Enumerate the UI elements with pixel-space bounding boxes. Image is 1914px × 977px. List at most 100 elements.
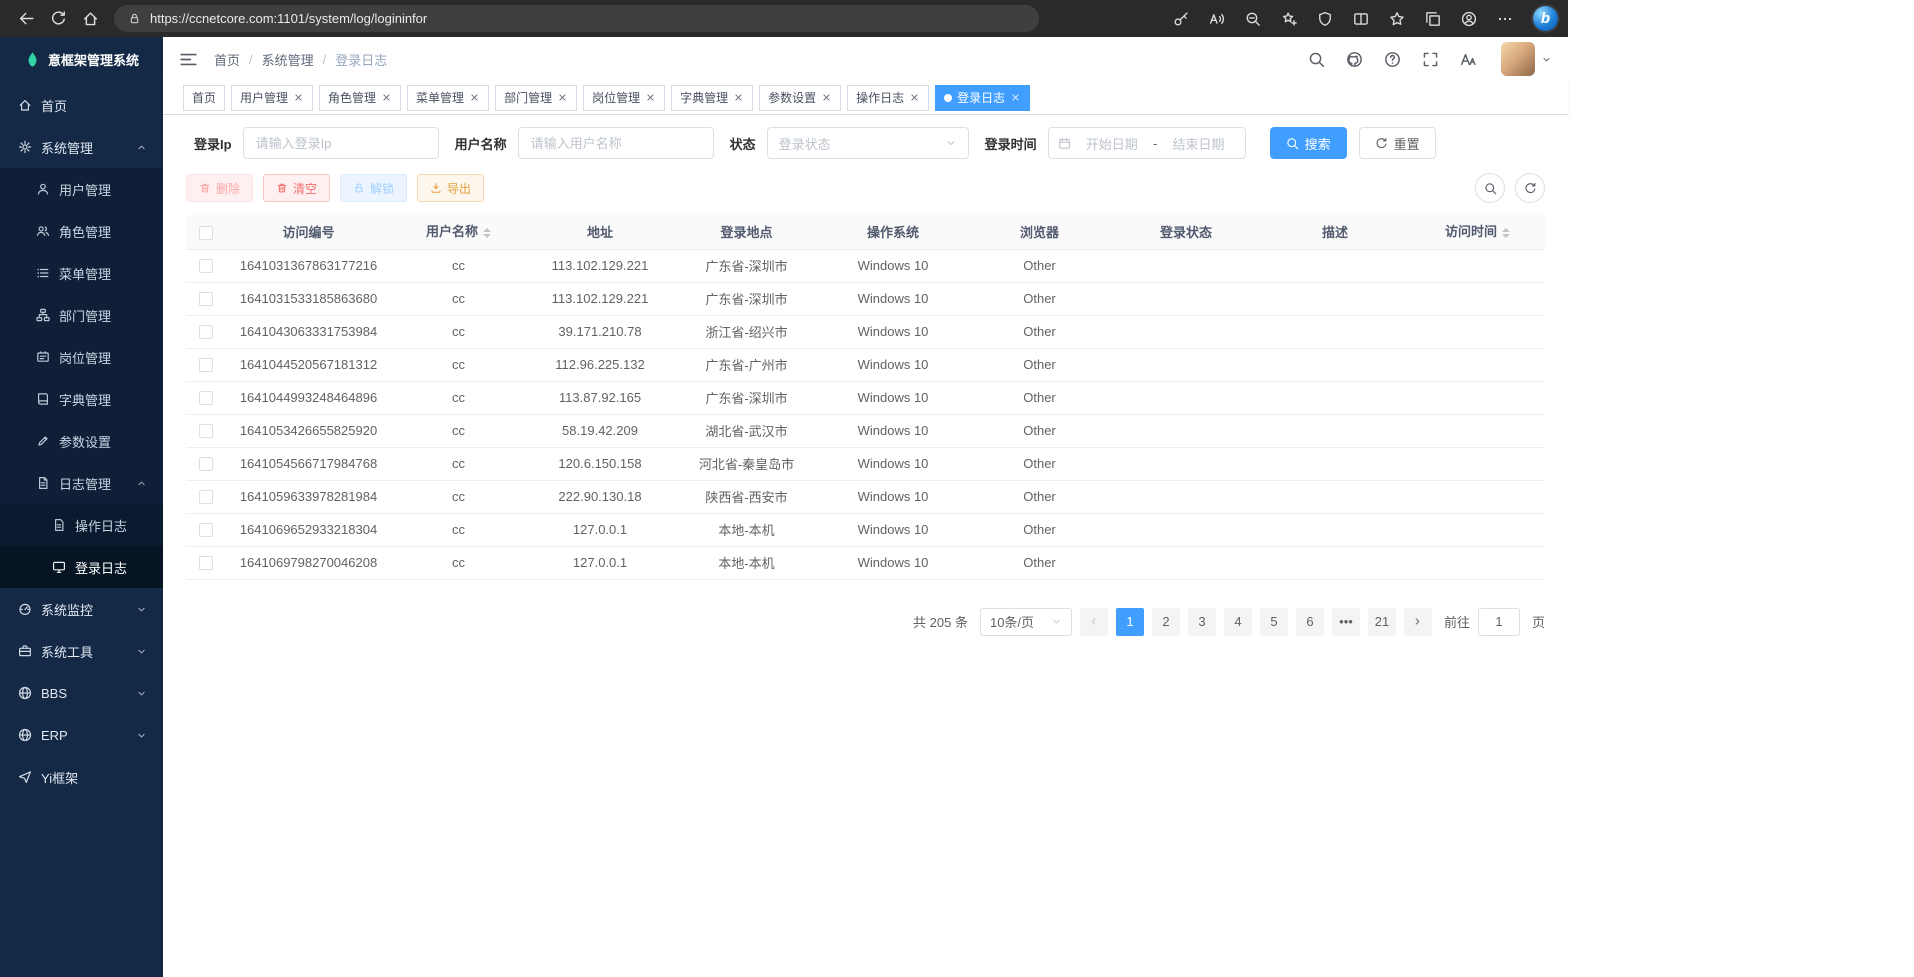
tab-close-icon[interactable] [1010,92,1021,103]
question-button[interactable] [1384,51,1401,68]
sidebar-item-dict-mgmt[interactable]: 字典管理 [0,378,163,420]
tab-post-mgmt[interactable]: 岗位管理 [583,85,665,111]
sidebar-toggle-button[interactable] [179,50,198,69]
unlock-button[interactable]: 解锁 [340,174,407,202]
toggle-search-button[interactable] [1475,173,1505,203]
pager-ellipsis[interactable]: ••• [1332,608,1360,636]
select-all-checkbox[interactable] [199,226,213,240]
tab-home[interactable]: 首页 [183,85,225,111]
tab-login-log[interactable]: 登录日志 [935,85,1030,111]
tab-dict-mgmt[interactable]: 字典管理 [671,85,753,111]
username-input[interactable] [518,127,714,159]
row-checkbox[interactable] [199,292,213,306]
export-button[interactable]: 导出 [417,174,484,202]
sidebar-item-login-log[interactable]: 登录日志 [0,546,163,588]
sidebar-item-yi-framework[interactable]: Yi框架 [0,756,163,798]
zoom-out-button[interactable] [1237,4,1269,34]
page-button-3[interactable]: 3 [1188,608,1216,636]
key-button[interactable] [1165,4,1197,34]
bing-button[interactable]: b [1533,6,1558,31]
github-button[interactable] [1346,51,1363,68]
tab-role-mgmt[interactable]: 角色管理 [319,85,401,111]
tab-close-icon[interactable] [909,92,920,103]
sidebar-item-role-mgmt[interactable]: 角色管理 [0,210,163,252]
delete-button[interactable]: 删除 [186,174,253,202]
sidebar-item-dept-mgmt[interactable]: 部门管理 [0,294,163,336]
page-button-4[interactable]: 4 [1224,608,1252,636]
sidebar-item-system[interactable]: 系统管理 [0,126,163,168]
tab-close-icon[interactable] [469,92,480,103]
favorites-button[interactable] [1381,4,1413,34]
browser-refresh-button[interactable] [42,4,74,34]
profile-button[interactable] [1453,4,1485,34]
split-screen-button[interactable] [1345,4,1377,34]
sort-caret[interactable] [483,224,491,242]
row-checkbox[interactable] [199,556,213,570]
login-time-range-picker[interactable]: 开始日期 - 结束日期 [1048,127,1246,159]
sidebar-item-post-mgmt[interactable]: 岗位管理 [0,336,163,378]
shield-button[interactable] [1309,4,1341,34]
sidebar-item-tools[interactable]: 系统工具 [0,630,163,672]
sidebar-item-param-config[interactable]: 参数设置 [0,420,163,462]
sidebar-item-erp[interactable]: ERP [0,714,163,756]
page-button-6[interactable]: 6 [1296,608,1324,636]
tab-close-icon[interactable] [293,92,304,103]
sidebar-item-log-mgmt[interactable]: 日志管理 [0,462,163,504]
tab-close-icon[interactable] [381,92,392,103]
status-select[interactable]: 登录状态 [767,127,969,159]
browser-back-button[interactable] [10,4,42,34]
page-button-21[interactable]: 21 [1368,608,1396,636]
jump-page-input[interactable] [1478,608,1520,636]
row-checkbox[interactable] [199,457,213,471]
page-button-2[interactable]: 2 [1152,608,1180,636]
sidebar-item-bbs[interactable]: BBS [0,672,163,714]
row-checkbox[interactable] [199,523,213,537]
tab-menu-mgmt[interactable]: 菜单管理 [407,85,489,111]
sort-caret[interactable] [1502,224,1510,242]
tab-param-config[interactable]: 参数设置 [759,85,841,111]
user-menu[interactable] [1501,42,1552,76]
page-button-1[interactable]: 1 [1116,608,1144,636]
breadcrumb-item[interactable]: 首页 [214,50,240,69]
sidebar-item-monitor[interactable]: 系统监控 [0,588,163,630]
row-checkbox[interactable] [199,424,213,438]
favorites-add-button[interactable] [1273,4,1305,34]
row-checkbox[interactable] [199,391,213,405]
read-aloud-button[interactable] [1201,4,1233,34]
tab-user-mgmt[interactable]: 用户管理 [231,85,313,111]
row-checkbox[interactable] [199,490,213,504]
reset-button[interactable]: 重置 [1359,127,1436,159]
font-size-button[interactable] [1460,51,1477,68]
refresh-table-button[interactable] [1515,173,1545,203]
page-button-5[interactable]: 5 [1260,608,1288,636]
tab-oper-log[interactable]: 操作日志 [847,85,929,111]
sidebar-item-user-mgmt[interactable]: 用户管理 [0,168,163,210]
page-size-select[interactable]: 10条/页 [980,608,1072,636]
column-header[interactable]: 访问时间 [1410,215,1545,249]
sidebar-item-home[interactable]: 首页 [0,84,163,126]
tab-close-icon[interactable] [645,92,656,103]
row-checkbox[interactable] [199,358,213,372]
sidebar-item-oper-log[interactable]: 操作日志 [0,504,163,546]
tab-close-icon[interactable] [557,92,568,103]
sidebar-item-menu-mgmt[interactable]: 菜单管理 [0,252,163,294]
collections-button[interactable] [1417,4,1449,34]
fullscreen-button[interactable] [1422,51,1439,68]
column-header[interactable]: 用户名称 [391,215,526,249]
row-checkbox[interactable] [199,259,213,273]
more-button[interactable] [1489,4,1521,34]
next-page-button[interactable] [1404,608,1432,636]
breadcrumb-item[interactable]: 系统管理 [262,50,314,69]
row-checkbox[interactable] [199,325,213,339]
search-button[interactable]: 搜索 [1270,127,1347,159]
tab-dept-mgmt[interactable]: 部门管理 [495,85,577,111]
search-button[interactable] [1308,51,1325,68]
tab-close-icon[interactable] [821,92,832,103]
prev-page-button[interactable] [1080,608,1108,636]
column-header-label: 用户名称 [426,224,478,239]
clear-button[interactable]: 清空 [263,174,330,202]
address-bar[interactable]: https://ccnetcore.com:1101/system/log/lo… [114,5,1039,32]
tab-close-icon[interactable] [733,92,744,103]
login-ip-input[interactable] [243,127,439,159]
browser-home-button[interactable] [74,4,106,34]
